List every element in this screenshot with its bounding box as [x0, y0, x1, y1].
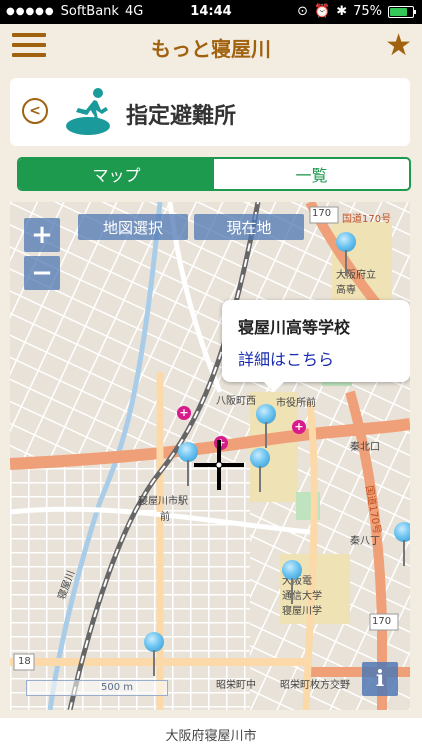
app-title: もっと寝屋川 — [151, 36, 271, 61]
shelter-pin[interactable] — [144, 632, 164, 676]
evacuation-runner-icon — [66, 88, 110, 135]
hospital-marker[interactable]: + — [292, 420, 306, 434]
battery-fill — [390, 7, 407, 16]
popup-shelter-name: 寝屋川高等学校 — [238, 318, 351, 337]
map-scale-bar: 500 m — [26, 680, 168, 696]
battery-icon — [388, 5, 416, 18]
route-170-bottom-label: 170 — [372, 616, 392, 627]
zoom-out-button[interactable]: − — [24, 256, 60, 290]
center-crosshair-icon — [194, 440, 244, 490]
neyagawa-station-label: 寝屋川市駅 — [138, 496, 188, 507]
shelter-pin[interactable] — [336, 232, 356, 276]
tab-list[interactable]: 一覧 — [214, 159, 409, 189]
shelter-pin-selected[interactable] — [256, 404, 276, 448]
route-170-road-label: 国道170号 — [342, 214, 392, 225]
route-170-top-label: 170 — [312, 208, 332, 219]
route-18-label: 18 — [18, 656, 31, 667]
category-header: < 指定避難所 — [10, 78, 410, 146]
popup-details-link[interactable]: 詳細はこちら — [238, 346, 394, 370]
alarm-icon: ⏰ — [314, 4, 331, 19]
zoom-in-button[interactable]: + — [24, 218, 60, 252]
map-select-button[interactable]: 地図選択 — [78, 214, 188, 240]
hatakitaguchi-label: 秦北口 — [350, 442, 380, 453]
current-location-button[interactable]: 現在地 — [194, 214, 304, 240]
station-mae-label: 前 — [160, 512, 170, 523]
category-title: 指定避難所 — [126, 104, 237, 129]
rotation-lock-icon: ⊙ — [297, 4, 308, 19]
map-view[interactable]: 170 国道170号 大阪府立 高専 八阪町西 市役所前 秦北口 寝屋川市駅 前… — [10, 202, 410, 710]
status-bar: ●●●●● SoftBank 4G 14:44 ⊙ ⏰ ✱ 75% — [0, 0, 422, 24]
showa-naka-label: 昭栄町中 — [216, 680, 256, 691]
hospital-marker[interactable]: + — [177, 406, 191, 420]
status-right: ⊙ ⏰ ✱ 75% — [297, 4, 416, 19]
shelter-pin[interactable] — [394, 522, 410, 566]
hachiban-nishi-label: 八阪町西 — [216, 396, 256, 407]
shelter-pin[interactable] — [250, 448, 270, 492]
bluetooth-icon: ✱ — [336, 4, 348, 19]
shelter-popup: 寝屋川高等学校 詳細はこちら — [222, 300, 410, 392]
tab-map[interactable]: マップ — [19, 159, 214, 189]
battery-percent: 75% — [353, 4, 382, 19]
star-icon[interactable]: ★ — [385, 29, 412, 63]
map-info-button[interactable]: i — [362, 662, 398, 696]
nav-bar: もっと寝屋川 ★ — [0, 24, 422, 70]
shelter-pin[interactable] — [282, 560, 302, 604]
hamburger-menu-icon[interactable] — [12, 33, 46, 61]
shiyakusho-mae-label: 市役所前 — [276, 398, 316, 409]
footer-location: 大阪府寝屋川市 — [0, 718, 422, 750]
showa-hirakata-label: 昭栄町枚方交野 — [280, 680, 350, 691]
view-tabs: マップ 一覧 — [17, 157, 411, 191]
back-arrow-icon[interactable]: < — [22, 98, 48, 124]
